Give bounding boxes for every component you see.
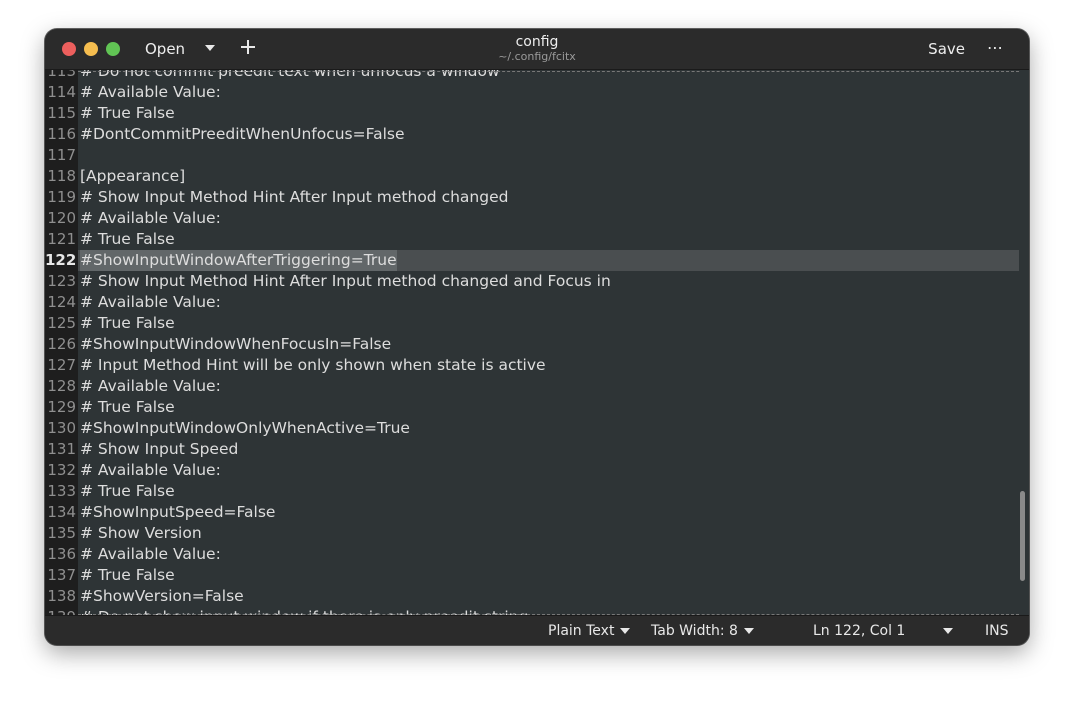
cursor-position[interactable]: Ln 122, Col 1: [813, 622, 905, 640]
line-text[interactable]: # Available Value:: [80, 208, 221, 229]
text-line[interactable]: 127 # Input Method Hint will be only show…: [45, 355, 1029, 376]
line-text[interactable]: # Available Value:: [80, 544, 221, 565]
document-path: ~/.config/fcitx: [498, 50, 576, 63]
line-number: 130: [47, 419, 76, 437]
line-text[interactable]: # Input Method Hint will be only shown w…: [80, 355, 546, 376]
position-menu[interactable]: [943, 622, 953, 640]
line-number: 115: [47, 104, 76, 122]
text-line[interactable]: 124 # Available Value:: [45, 292, 1029, 313]
text-line[interactable]: 129 # True False: [45, 397, 1029, 418]
line-text[interactable]: [Appearance]: [80, 166, 185, 187]
line-number: 121: [47, 230, 76, 248]
line-text[interactable]: # Available Value:: [80, 82, 221, 103]
line-number: 119: [47, 188, 76, 206]
line-number: 117: [47, 146, 76, 164]
line-text[interactable]: # Show Input Speed: [80, 439, 238, 460]
text-line[interactable]: 114 # Available Value:: [45, 82, 1029, 103]
line-number: 118: [47, 167, 76, 185]
chevron-down-icon: [943, 628, 953, 634]
margin-line-top: [78, 71, 1019, 72]
line-number: 124: [47, 293, 76, 311]
line-number: 113: [47, 70, 76, 80]
text-line[interactable]: 128 # Available Value:: [45, 376, 1029, 397]
text-line[interactable]: 126 #ShowInputWindowWhenFocusIn=False: [45, 334, 1029, 355]
line-number: 114: [47, 83, 76, 101]
text-line[interactable]: 136 # Available Value:: [45, 544, 1029, 565]
line-number: 139: [45, 607, 76, 615]
line-text[interactable]: # True False: [80, 103, 175, 124]
line-text[interactable]: # Show Input Method Hint After Input met…: [80, 187, 508, 208]
text-line[interactable]: 138 #ShowVersion=False: [45, 586, 1029, 607]
chevron-down-icon: [743, 628, 754, 634]
tab-width-label: Tab Width: 8: [651, 623, 738, 639]
text-line[interactable]: 135 # Show Version: [45, 523, 1029, 544]
document-title: config: [515, 34, 559, 50]
text-line[interactable]: 125 # True False: [45, 313, 1029, 334]
tab-width-selector[interactable]: Tab Width: 8: [651, 622, 754, 640]
line-text[interactable]: # True False: [80, 565, 175, 586]
line-number: 127: [47, 356, 76, 374]
line-number: 131: [47, 440, 76, 458]
text-line[interactable]: 130 #ShowInputWindowOnlyWhenActive=True: [45, 418, 1029, 439]
line-number: 128: [47, 377, 76, 395]
line-text[interactable]: #ShowInputWindowWhenFocusIn=False: [80, 334, 391, 355]
line-text[interactable]: #ShowInputWindowAfterTriggering=True: [80, 250, 397, 271]
line-number: 125: [47, 314, 76, 332]
text-editor[interactable]: 113 # Do not commit preedit text when unf…: [45, 70, 1029, 615]
line-text[interactable]: # Available Value:: [80, 460, 221, 481]
line-text[interactable]: #ShowVersion=False: [80, 586, 244, 607]
language-label: Plain Text: [548, 623, 615, 639]
status-bar: Plain Text Tab Width: 8 Ln 122, Col 1 IN…: [45, 615, 1029, 645]
text-line[interactable]: 116 #DontCommitPreeditWhenUnfocus=False: [45, 124, 1029, 145]
text-line[interactable]: 119 # Show Input Method Hint After Input …: [45, 187, 1029, 208]
line-text[interactable]: # True False: [80, 313, 175, 334]
text-line[interactable]: 122 #ShowInputWindowAfterTriggering=True: [45, 250, 1029, 271]
line-number: 120: [47, 209, 76, 227]
line-number: 134: [47, 503, 76, 521]
line-number: 137: [47, 566, 76, 584]
line-text[interactable]: # Available Value:: [80, 292, 221, 313]
line-text[interactable]: # Show Version: [80, 523, 202, 544]
line-text[interactable]: # True False: [80, 229, 175, 250]
chevron-down-icon: [620, 628, 631, 634]
line-number: 116: [47, 125, 76, 143]
line-number: 123: [47, 272, 76, 290]
text-line[interactable]: 115 # True False: [45, 103, 1029, 124]
more-options-icon[interactable]: ⋯: [987, 38, 1004, 58]
line-text[interactable]: # Available Value:: [80, 376, 221, 397]
line-number: 135: [47, 524, 76, 542]
line-number: 132: [47, 461, 76, 479]
text-line[interactable]: 132 # Available Value:: [45, 460, 1029, 481]
text-line[interactable]: 123 # Show Input Method Hint After Input …: [45, 271, 1029, 292]
language-selector[interactable]: Plain Text: [548, 622, 631, 640]
line-text[interactable]: #ShowInputSpeed=False: [80, 502, 275, 523]
line-number: 122: [45, 251, 77, 269]
text-line[interactable]: 117: [45, 145, 1029, 166]
header-bar: Open config ~/.config/fcitx Save ⋯: [45, 29, 1029, 70]
line-number: 138: [47, 587, 76, 605]
text-lines[interactable]: 113 # Do not commit preedit text when unf…: [45, 70, 1029, 615]
save-button[interactable]: Save: [928, 39, 965, 59]
text-line[interactable]: 131 # Show Input Speed: [45, 439, 1029, 460]
text-line[interactable]: 120 # Available Value:: [45, 208, 1029, 229]
editor-window: Open config ~/.config/fcitx Save ⋯ 113 # …: [45, 29, 1029, 645]
insert-mode-indicator: INS: [985, 623, 1009, 639]
line-text[interactable]: # Show Input Method Hint After Input met…: [80, 271, 611, 292]
line-text[interactable]: #DontCommitPreeditWhenUnfocus=False: [80, 124, 405, 145]
line-number: 133: [47, 482, 76, 500]
text-line[interactable]: 118 [Appearance]: [45, 166, 1029, 187]
text-line[interactable]: 137 # True False: [45, 565, 1029, 586]
line-text[interactable]: # True False: [80, 397, 175, 418]
line-number: 126: [47, 335, 76, 353]
text-line[interactable]: 121 # True False: [45, 229, 1029, 250]
vertical-scrollbar[interactable]: [1020, 491, 1025, 581]
line-number: 129: [47, 398, 76, 416]
line-text[interactable]: #ShowInputWindowOnlyWhenActive=True: [80, 418, 410, 439]
line-number: 136: [47, 545, 76, 563]
line-text[interactable]: # True False: [80, 481, 175, 502]
text-line[interactable]: 134 #ShowInputSpeed=False: [45, 502, 1029, 523]
text-line[interactable]: 133 # True False: [45, 481, 1029, 502]
